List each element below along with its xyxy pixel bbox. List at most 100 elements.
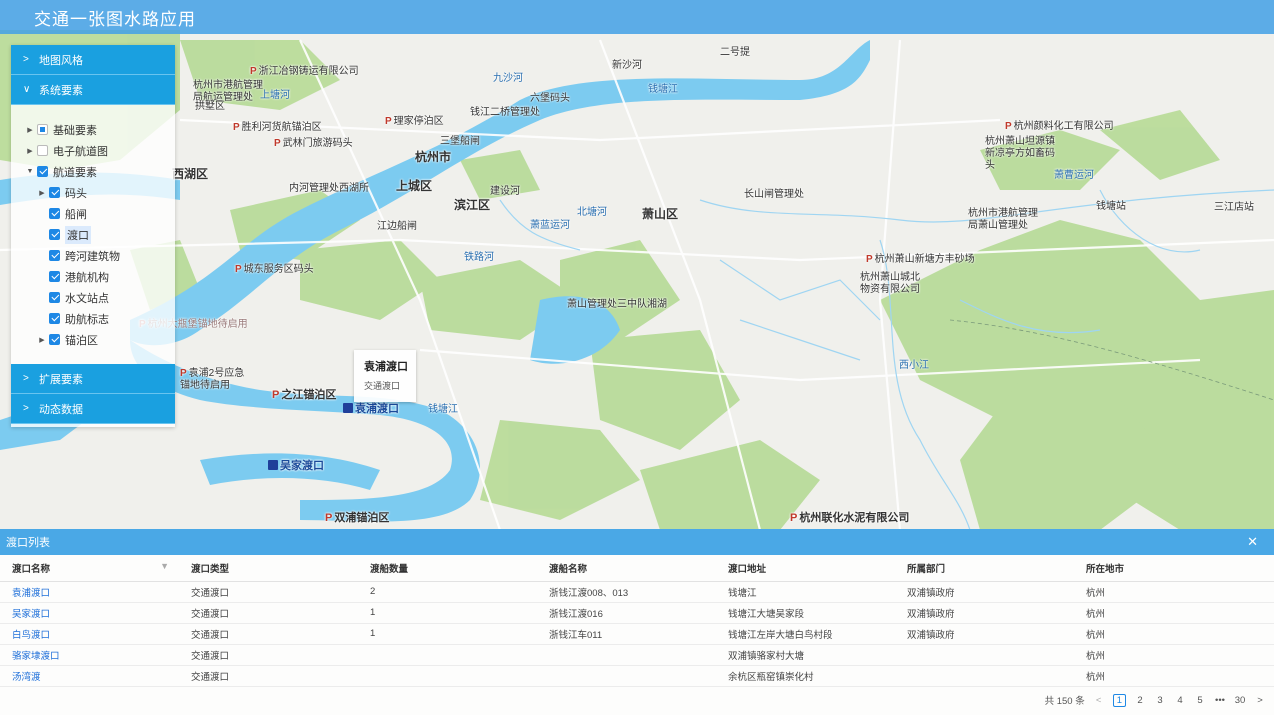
checkbox[interactable] xyxy=(49,250,60,261)
ferry-name-link[interactable]: 袁浦渡口 xyxy=(12,588,50,599)
column-header: 渡船名称 xyxy=(537,555,716,582)
page-1[interactable]: 1 xyxy=(1112,693,1126,707)
section-extended-elements[interactable]: > 扩展要素 xyxy=(11,364,175,394)
tree-item-wharf[interactable]: ▶ 码头 xyxy=(11,182,175,203)
tree-item-shiplock[interactable]: 船闸 xyxy=(11,203,175,224)
map-label: 三江店站 xyxy=(1214,202,1254,213)
more-pages-icon[interactable]: ••• xyxy=(1214,695,1226,706)
column-header: 渡口地址 xyxy=(716,555,895,582)
map-label: P 之江锚泊区 xyxy=(272,389,337,401)
map-label: 钱塘站 xyxy=(1096,201,1126,212)
map-label: 上塘河 xyxy=(260,90,290,101)
ferry-name-link[interactable]: 吴家渡口 xyxy=(12,609,50,620)
ferry-icon[interactable] xyxy=(343,403,353,413)
page-2[interactable]: 2 xyxy=(1134,695,1146,706)
map-label: P 胜利河货航锚泊区 xyxy=(233,122,322,133)
map-label: P 袁浦2号应急锚地待启用 xyxy=(180,368,245,391)
page-3[interactable]: 3 xyxy=(1154,695,1166,706)
ferry-icon[interactable] xyxy=(268,460,278,470)
ferry-name-link[interactable]: 汤湾渡 xyxy=(12,672,41,683)
checkbox[interactable] xyxy=(49,271,60,282)
close-icon[interactable]: ✕ xyxy=(1247,534,1258,550)
tree-item-hydro-station[interactable]: 水文站点 xyxy=(11,287,175,308)
chevron-right-icon: > xyxy=(23,54,29,65)
map-label: 二号提 xyxy=(720,47,750,58)
table-row[interactable]: 袁浦渡口 交通渡口 2 浙钱江渡008、013 钱塘江 双浦镇政府 杭州 xyxy=(0,581,1274,603)
checkbox[interactable] xyxy=(37,124,48,135)
checkbox[interactable] xyxy=(49,208,60,219)
map-label: 西小江 xyxy=(899,360,929,371)
checkbox[interactable] xyxy=(49,313,60,324)
app-header: 交通一张图水路应用 xyxy=(0,0,1274,34)
collapse-arrow-icon[interactable]: ▼ xyxy=(25,168,35,175)
checkbox[interactable] xyxy=(49,229,60,240)
page-5[interactable]: 5 xyxy=(1194,695,1206,706)
map-label: 铁路河 xyxy=(464,252,494,263)
expand-arrow-icon[interactable]: ▶ xyxy=(37,336,47,344)
checkbox[interactable] xyxy=(37,166,48,177)
tree-item-anchorage[interactable]: ▶ 锚泊区 xyxy=(11,329,175,350)
page-30[interactable]: 30 xyxy=(1234,695,1246,706)
table-row[interactable]: 汤湾渡 交通渡口 余杭区瓶窑镇崇化村 杭州 xyxy=(0,665,1274,687)
popup-subtitle: 交通渡口 xyxy=(364,381,401,391)
section-map-style[interactable]: > 地图风格 xyxy=(11,45,175,75)
table-row[interactable]: 吴家渡口 交通渡口 1 浙钱江渡016 钱塘江大塘吴家段 双浦镇政府 杭州 xyxy=(0,602,1274,624)
map-label: 六堡码头 xyxy=(530,93,570,104)
tree-item-bridge[interactable]: 跨河建筑物 xyxy=(11,245,175,266)
map-label: 长山闸管理处 xyxy=(744,189,804,200)
map-label: 袁浦渡口 xyxy=(343,403,399,415)
map-label: 钱塘江 xyxy=(428,404,458,415)
map-label: 内河管理处西湖所 xyxy=(289,183,369,194)
column-header: 所属部门 xyxy=(895,555,1074,582)
expand-arrow-icon[interactable]: ▶ xyxy=(25,147,35,155)
map-label: 钱江二桥管理处 xyxy=(470,107,540,118)
ferry-name-link[interactable]: 白鸟渡口 xyxy=(12,630,50,641)
map-label: 滨江区 xyxy=(454,198,491,212)
checkbox[interactable] xyxy=(49,187,60,198)
tree-item-base[interactable]: ▶ 基础要素 xyxy=(11,119,175,140)
ferry-name-link[interactable]: 骆家埭渡口 xyxy=(12,651,60,662)
tree-item-port-agency[interactable]: 港航机构 xyxy=(11,266,175,287)
ferry-list-panel: 渡口列表 ✕ 渡口名称 ▼ 渡口类型 渡船数量 渡船名称 渡口地址 所属部门 所在… xyxy=(0,529,1274,715)
list-title: 渡口列表 xyxy=(6,537,50,549)
app-title: 交通一张图水路应用 xyxy=(34,9,196,29)
checkbox[interactable] xyxy=(37,145,48,156)
map-label: P 杭州颜料化工有限公司 xyxy=(1005,121,1114,132)
page-4[interactable]: 4 xyxy=(1174,695,1186,706)
section-system-elements[interactable]: ∨ 系统要素 xyxy=(11,75,175,105)
chevron-right-icon: > xyxy=(23,373,29,384)
layer-tree: ▶ 基础要素 ▶ 电子航道图 ▼ 航道要素 ▶ 码头 船闸 渡口 跨河建筑物 港… xyxy=(11,105,175,364)
checkbox[interactable] xyxy=(49,292,60,303)
map-label: 建设河 xyxy=(490,186,520,197)
table-row[interactable]: 骆家埭渡口 交通渡口 双浦镇骆家村大塘 杭州 xyxy=(0,644,1274,666)
map-label: 拱墅区 xyxy=(195,101,225,112)
map-label: 北塘河 xyxy=(577,207,607,218)
map-label: P 浙江冶钢铸运有限公司 xyxy=(250,66,359,77)
map-label: 杭州市港航管理局萧山管理处 xyxy=(968,208,1038,231)
map-label: P 杭州联化水泥有限公司 xyxy=(790,512,910,524)
expand-arrow-icon[interactable]: ▶ xyxy=(37,189,47,197)
checkbox[interactable] xyxy=(49,334,60,345)
map-label: P 城东服务区码头 xyxy=(235,264,314,275)
map-label: 三堡船闸 xyxy=(440,136,480,147)
tree-item-channel[interactable]: ▼ 航道要素 xyxy=(11,161,175,182)
expand-arrow-icon[interactable]: ▶ xyxy=(25,126,35,134)
pagination: 共 150 条 < 1 2 3 4 5 ••• 30 > xyxy=(1037,693,1266,707)
map-label: 江边船闸 xyxy=(377,221,417,232)
ferry-popup[interactable]: 袁浦渡口 交通渡口 xyxy=(354,350,416,402)
map-label: 钱塘江 xyxy=(648,84,678,95)
list-header: 渡口列表 ✕ xyxy=(0,529,1274,555)
section-dynamic-data[interactable]: > 动态数据 xyxy=(11,394,175,424)
map-label: 新沙河 xyxy=(612,60,642,71)
tree-item-ferry[interactable]: 渡口 xyxy=(11,224,175,245)
column-header[interactable]: 渡口名称 ▼ xyxy=(0,555,179,582)
tree-item-electronic-chart[interactable]: ▶ 电子航道图 xyxy=(11,140,175,161)
prev-page-icon[interactable]: < xyxy=(1093,695,1105,706)
ferry-table: 渡口名称 ▼ 渡口类型 渡船数量 渡船名称 渡口地址 所属部门 所在地市 袁浦渡口… xyxy=(0,555,1274,687)
next-page-icon[interactable]: > xyxy=(1254,695,1266,706)
filter-icon[interactable]: ▼ xyxy=(160,561,169,571)
map-label: 萧山区 xyxy=(642,207,679,221)
table-row[interactable]: 白鸟渡口 交通渡口 1 浙钱江车011 钱塘江左岸大塘白鸟村段 双浦镇政府 杭州 xyxy=(0,623,1274,645)
tree-item-nav-marks[interactable]: 助航标志 xyxy=(11,308,175,329)
column-header: 所在地市 xyxy=(1074,555,1274,582)
